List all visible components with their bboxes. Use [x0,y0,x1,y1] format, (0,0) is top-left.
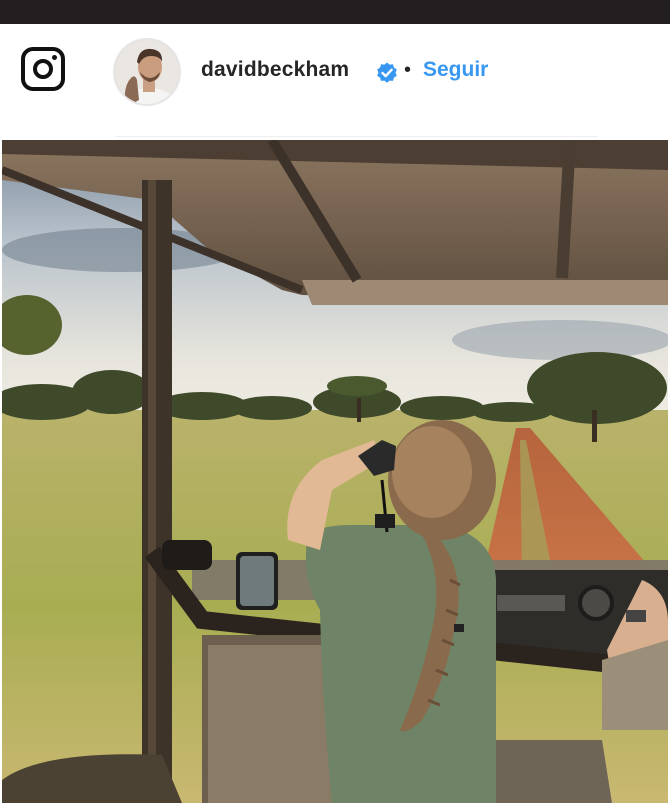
instagram-icon[interactable] [21,47,65,91]
header-separator: • [404,59,412,81]
instagram-icon-dot [52,55,57,60]
header-divider [115,136,598,137]
username[interactable]: davidbeckham [201,58,349,82]
avatar[interactable] [113,38,181,106]
top-dark-strip [0,0,670,24]
safari-photo [2,140,668,803]
verified-badge-icon [377,62,397,83]
follow-button[interactable]: Seguir [423,58,488,82]
instagram-icon-lens [32,58,53,79]
post-image[interactable] [2,140,668,803]
